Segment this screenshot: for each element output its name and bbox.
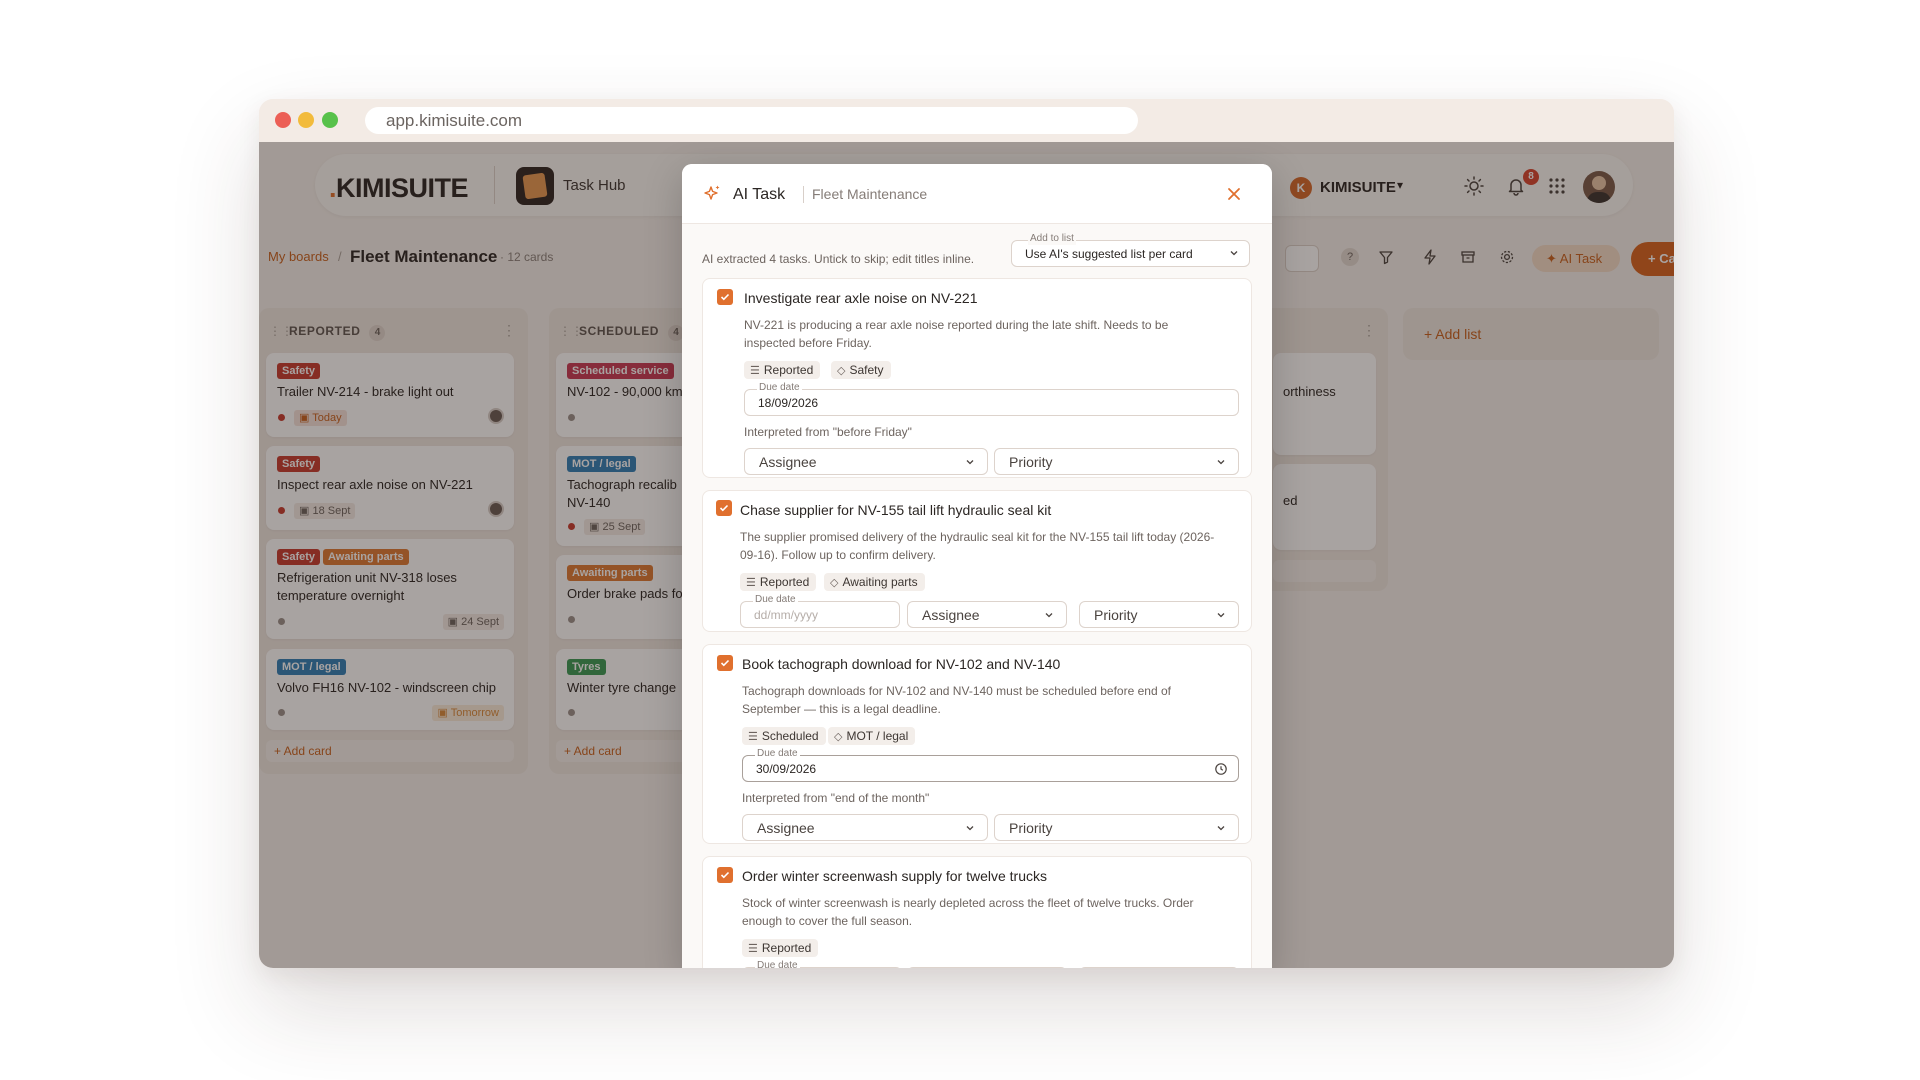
maximize-window-button[interactable] (322, 112, 338, 128)
task-checkbox[interactable] (716, 500, 732, 516)
due-date-field[interactable]: Due date dd/mm/yyyy (740, 594, 900, 628)
tag-icon: ◇ (830, 577, 839, 589)
sparkle-icon (704, 185, 720, 200)
modal-subtitle: Fleet Maintenance (812, 186, 928, 202)
list-chip[interactable]: ☰ Reported (740, 573, 817, 591)
interpreted-note: Interpreted from "end of the month" (742, 791, 930, 805)
due-date-value: 30/09/2026 (756, 762, 817, 776)
task-description[interactable]: NV-221 is producing a rear axle noise re… (744, 316, 1214, 352)
modal-header: AI Task Fleet Maintenance (682, 164, 1272, 224)
task-description[interactable]: The supplier promised delivery of the hy… (740, 528, 1220, 564)
task-title[interactable]: Investigate rear axle noise on NV-221 (744, 290, 977, 306)
modal-title: AI Task (733, 186, 786, 203)
add-to-list-select[interactable]: Add to list Use AI's suggested list per … (1011, 233, 1250, 267)
browser-window: app.kimisuite.com .KIMISUITE Task Hub K … (259, 99, 1674, 968)
chevron-down-icon (1230, 251, 1238, 256)
task-card: Order winter screenwash supply for twelv… (702, 856, 1252, 968)
chevron-down-icon (1217, 613, 1225, 618)
task-title[interactable]: Order winter screenwash supply for twelv… (742, 868, 1047, 884)
tag-chip[interactable]: ◇ MOT / legal (828, 727, 916, 745)
task-description[interactable]: Stock of winter screenwash is nearly dep… (742, 894, 1212, 930)
chevron-down-icon (966, 826, 974, 831)
priority-dropdown[interactable]: Priority (994, 448, 1239, 475)
chevron-down-icon (1217, 460, 1225, 465)
list-chip[interactable]: ☰ Reported (744, 361, 821, 379)
tag-icon: ◇ (837, 365, 846, 377)
assignee-dropdown[interactable]: Assignee (907, 601, 1067, 628)
due-date-label: Due date (755, 748, 800, 760)
due-date-placeholder: dd/mm/yyyy (754, 608, 819, 622)
ai-task-modal: AI Task Fleet Maintenance AI extracted 4… (682, 164, 1272, 968)
list-chip[interactable]: ☰ Scheduled (742, 727, 826, 745)
tag-icon: ◇ (834, 731, 843, 743)
list-icon: ☰ (748, 731, 758, 743)
task-title[interactable]: Chase supplier for NV-155 tail lift hydr… (740, 502, 1051, 518)
list-chip[interactable]: ☰ Reported (742, 939, 819, 957)
assignee-dropdown[interactable] (907, 967, 1067, 968)
due-date-label: Due date (753, 594, 798, 606)
due-date-label: Due date (755, 960, 800, 968)
task-checkbox[interactable] (717, 289, 733, 305)
due-date-field[interactable]: Due date 30/09/2026 (742, 748, 1239, 782)
tag-chip[interactable]: ◇ Awaiting parts (824, 573, 925, 591)
clock-icon[interactable] (1214, 762, 1228, 776)
tag-chip[interactable]: ◇ Safety (831, 361, 891, 379)
add-to-list-label: Add to list (1028, 233, 1076, 245)
due-date-field[interactable]: Due date (742, 960, 902, 968)
extraction-info: AI extracted 4 tasks. Untick to skip; ed… (702, 252, 975, 266)
close-window-button[interactable] (275, 112, 291, 128)
task-card: Chase supplier for NV-155 tail lift hydr… (702, 490, 1252, 632)
address-bar[interactable]: app.kimisuite.com (365, 107, 1138, 134)
list-icon: ☰ (750, 365, 760, 377)
browser-chrome: app.kimisuite.com (259, 99, 1674, 142)
priority-dropdown[interactable]: Priority (994, 814, 1239, 841)
priority-dropdown[interactable]: Priority (1079, 601, 1239, 628)
interpreted-note: Interpreted from "before Friday" (744, 425, 912, 439)
task-title[interactable]: Book tachograph download for NV-102 and … (742, 656, 1060, 672)
due-date-value: 18/09/2026 (758, 396, 819, 410)
app-viewport: .KIMISUITE Task Hub K KIMISUITE ▾ 8 My b… (259, 142, 1674, 968)
task-checkbox[interactable] (717, 655, 733, 671)
chevron-down-icon (1045, 613, 1053, 618)
due-date-label: Due date (757, 382, 802, 394)
close-icon[interactable] (1224, 184, 1244, 204)
minimize-window-button[interactable] (298, 112, 314, 128)
list-icon: ☰ (746, 577, 756, 589)
assignee-dropdown[interactable]: Assignee (742, 814, 988, 841)
task-checkbox[interactable] (717, 867, 733, 883)
add-to-list-value: Use AI's suggested list per card (1025, 247, 1193, 261)
chevron-down-icon (1217, 826, 1225, 831)
title-divider (803, 186, 804, 203)
priority-dropdown[interactable] (1079, 967, 1239, 968)
chevron-down-icon (966, 460, 974, 465)
list-icon: ☰ (748, 943, 758, 955)
assignee-dropdown[interactable]: Assignee (744, 448, 988, 475)
task-description[interactable]: Tachograph downloads for NV-102 and NV-1… (742, 682, 1212, 718)
task-card: Investigate rear axle noise on NV-221 NV… (702, 278, 1252, 478)
task-card: Book tachograph download for NV-102 and … (702, 644, 1252, 844)
due-date-field[interactable]: Due date 18/09/2026 (744, 382, 1239, 416)
